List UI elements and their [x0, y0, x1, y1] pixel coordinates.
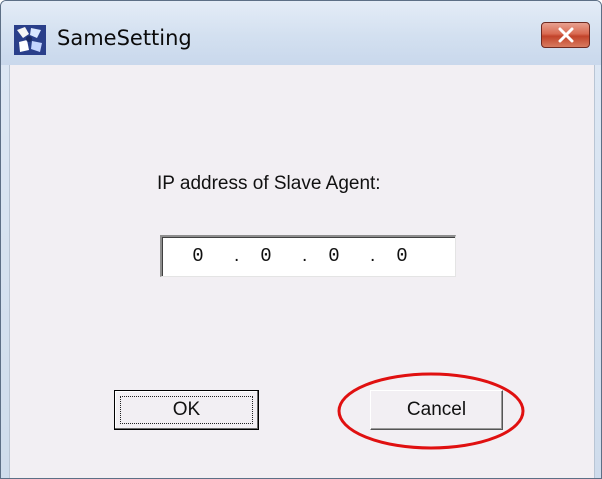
- ip-octet-1[interactable]: 0: [184, 245, 212, 267]
- dialog-window: SameSetting IP address of Slave Agent: 0…: [0, 0, 602, 479]
- cancel-button-label: Cancel: [406, 399, 467, 420]
- ip-address-label: IP address of Slave Agent:: [157, 173, 381, 194]
- ok-button[interactable]: OK: [114, 390, 259, 430]
- ok-button-label: OK: [172, 399, 201, 420]
- cancel-button[interactable]: Cancel: [370, 390, 503, 430]
- ip-separator: .: [302, 245, 308, 266]
- ip-octet-3[interactable]: 0: [320, 245, 348, 267]
- dialog-body: IP address of Slave Agent: 0 . 0 . 0 . 0…: [9, 65, 595, 478]
- close-button[interactable]: [541, 22, 590, 48]
- ip-separator: .: [234, 245, 240, 266]
- title-bar[interactable]: SameSetting: [1, 1, 601, 65]
- ip-octet-2[interactable]: 0: [252, 245, 280, 267]
- ip-address-input[interactable]: 0 . 0 . 0 . 0: [160, 235, 456, 277]
- window-title: SameSetting: [57, 26, 192, 50]
- close-icon: [558, 27, 574, 43]
- app-icon: [14, 25, 46, 55]
- ip-octet-4[interactable]: 0: [388, 245, 416, 267]
- ip-separator: .: [370, 245, 376, 266]
